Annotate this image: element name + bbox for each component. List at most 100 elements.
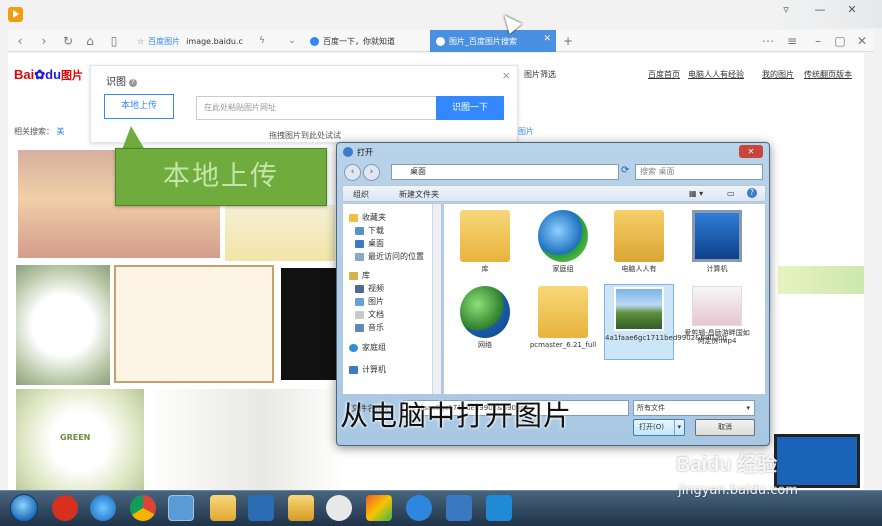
user-folder-icon [614,210,664,262]
chrome-icon[interactable] [130,495,156,521]
image-thumb-cat[interactable] [778,203,864,261]
nav-label: 下载 [368,226,384,235]
file-item-selected-jpg[interactable]: 4a1faae6gc1711bed9902&690.jpg [604,284,727,360]
paint-icon[interactable] [366,495,392,521]
bolt-icon[interactable]: ϟ [254,33,270,49]
identify-button[interactable]: 识图一下 [436,96,504,120]
new-folder-button[interactable]: 新建文件夹 [399,189,439,200]
explorer-icon[interactable] [210,495,236,521]
close-window-icon[interactable]: ✕ [842,3,862,17]
cancel-button[interactable]: 取消 [695,419,755,436]
forward-icon[interactable]: › [36,33,52,49]
dialog-back-icon[interactable]: ‹ [344,164,361,181]
ie-browser-icon[interactable] [90,495,116,521]
local-upload-button[interactable]: 本地上传 [104,94,174,119]
url-dropdown-icon[interactable]: ⌄ [284,33,300,49]
nav-label: 最近访问的位置 [368,252,424,261]
file-item-library[interactable]: 库 [450,210,520,273]
nav-desktop[interactable]: 桌面 [355,238,384,249]
organize-button[interactable]: 组织 [353,189,369,200]
reader-icon[interactable]: ▯ [106,33,122,49]
start-button[interactable] [10,494,38,522]
file-item-computer[interactable]: 计算机 [682,210,752,273]
nav-recent[interactable]: 最近访问的位置 [355,251,424,262]
image-url-input[interactable]: 在此处粘贴图片网址 [196,96,436,120]
image-thumb-green[interactable] [778,266,864,294]
image-thumb-ink-bamboo[interactable] [146,389,342,493]
refresh-icon[interactable]: ↻ [60,33,76,49]
nav-scrollbar[interactable] [432,204,441,394]
nav-videos[interactable]: 视频 [355,283,384,294]
image-thumb-beach[interactable] [225,205,335,261]
nav-computer[interactable]: 计算机 [349,364,386,375]
file-name: 网络 [478,341,492,349]
popup-close-icon[interactable]: × [502,69,511,82]
picture-icon [355,297,364,306]
new-tab-button[interactable]: + [560,33,576,49]
file-item-user-folder[interactable]: 电脑人人有 [604,210,674,273]
open-button[interactable]: 打开(O) ▾ [633,419,685,436]
app-icon-cyan[interactable] [406,495,432,521]
baidu-home-link[interactable]: 百度首页 [648,69,680,80]
star-icon[interactable]: ☆ [137,37,144,46]
app-icon-grid[interactable] [446,495,472,521]
view-options-icon[interactable]: ▦ ▾ [689,189,703,198]
dialog-help-icon[interactable]: ? [747,188,757,198]
image-thumb-cartoon[interactable] [114,265,274,383]
baidu-image-logo[interactable]: Bai✿du图片 [14,67,83,83]
file-item-pcmaster[interactable]: pcmaster_6.21_full [528,286,598,349]
menu-dropdown-icon[interactable]: ▿ [776,3,796,17]
image-thumb-green-event[interactable]: GREEN [16,389,144,493]
file-name: 计算机 [706,265,728,273]
my-images-link[interactable]: 我的图片 [762,69,794,80]
more-icon[interactable]: ⋯ [760,33,776,49]
back-icon[interactable]: ‹ [12,33,28,49]
file-name: pcmaster_6.21_full [529,341,597,349]
nav-downloads[interactable]: 下载 [355,225,384,236]
home-icon[interactable]: ⌂ [82,33,98,49]
nav-libraries[interactable]: 库 [349,270,370,281]
tab-baidu-home[interactable]: 百度一下，你就知道 [304,30,428,52]
nav-homegroup[interactable]: 家庭组 [349,342,386,353]
user-experience-link[interactable]: 电脑人人有经验 [688,69,744,80]
nav-documents[interactable]: 文档 [355,309,384,320]
file-type-select[interactable]: 所有文件 ▾ [633,400,755,416]
minimize-icon[interactable]: — [810,3,830,17]
dialog-refresh-icon[interactable]: ⟳ [621,165,629,176]
window-minimize-icon[interactable]: – [810,33,826,49]
app-icon-blue[interactable] [248,495,274,521]
pinwheel-app-icon[interactable] [326,495,352,521]
dialog-command-bar: 组织 新建文件夹 ▦ ▾ ▭ ? [342,185,766,202]
window-restore-icon[interactable]: ▢ [832,33,848,49]
nav-label: 图片 [368,297,384,306]
file-item-mp4[interactable]: 爱剪辑-昌励游畔国如何定房.mp4 [682,286,752,345]
address-path: 桌面 [410,167,426,176]
dialog-forward-icon[interactable]: › [363,164,380,181]
nav-pictures[interactable]: 图片 [355,296,384,307]
nav-favorites[interactable]: 收藏夹 [349,212,386,223]
related-link[interactable]: 美 [57,127,65,136]
dialog-search-input[interactable]: 搜索 桌面 [635,164,763,180]
window-close-icon[interactable]: ✕ [854,33,870,49]
open-dropdown-icon[interactable]: ▾ [674,420,681,435]
classic-pager-link[interactable]: 传统翻页版本 [804,69,852,80]
nav-music[interactable]: 音乐 [355,322,384,333]
image-filter-link[interactable]: 图片筛选 [524,69,556,80]
help-icon[interactable]: ? [129,79,137,87]
related-link[interactable]: 图片 [518,126,534,137]
app-icon-red[interactable] [52,495,78,521]
dialog-close-icon[interactable]: ✕ [739,145,763,158]
nav-label: 视频 [368,284,384,293]
folder-app-icon[interactable] [288,495,314,521]
file-item-homegroup[interactable]: 家庭组 [528,210,598,273]
image-thumb-floral-frame[interactable] [16,265,110,385]
hamburger-menu-icon[interactable]: ≡ [784,33,800,49]
tab-close-icon[interactable]: ✕ [543,34,551,44]
file-item-network[interactable]: 网络 [450,286,520,349]
tab-baidu-image[interactable]: 图片_百度图片搜索 ✕ [430,30,556,52]
preview-pane-icon[interactable]: ▭ [727,189,735,198]
app-icon-doc[interactable] [486,495,512,521]
image-thumb-bench[interactable] [278,265,340,383]
browser-running-icon[interactable] [168,495,194,521]
dialog-address-bar[interactable]: 桌面 [391,164,619,180]
